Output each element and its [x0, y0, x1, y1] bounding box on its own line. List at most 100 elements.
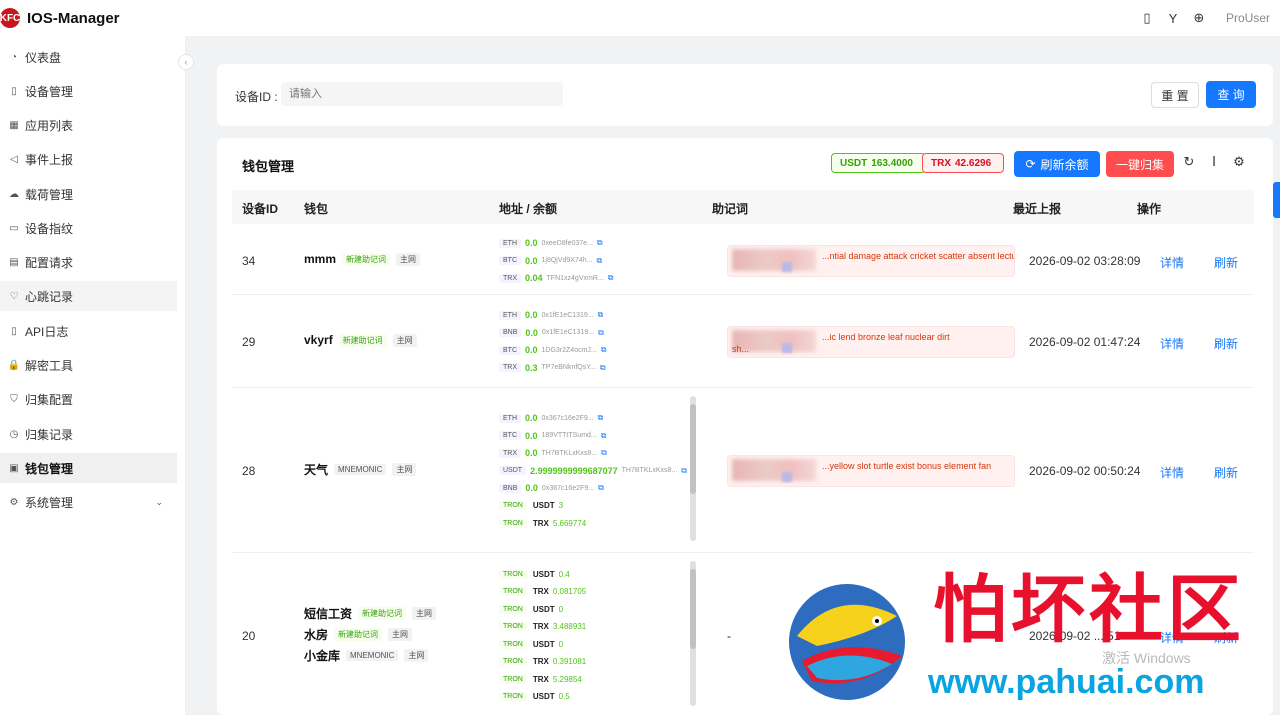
wallet-name-row: 天气 MNEMONIC 主网	[304, 460, 417, 478]
address-cell: ETH 0.0 0xeeD8fe037e... ⧉ BTC 0.0 1j8QjVd9X74h…	[499, 234, 613, 287]
address-text: 0x367c16e2F9...	[541, 484, 595, 492]
balance-amount: 0.0	[525, 430, 538, 441]
chain-tag: ETH	[499, 413, 521, 423]
sidebar-item-0[interactable]: ◔ 仪表盘	[0, 42, 177, 72]
refresh-balance-button[interactable]: ⟳ 刷新余额	[1014, 151, 1100, 177]
wallet-name-row: mmm 新建助记词 主网	[304, 250, 421, 268]
address-text: 0x1fE1eC1319...	[541, 329, 595, 337]
network-tag: TRON	[499, 569, 527, 579]
globe-icon[interactable]: ⊕	[1186, 5, 1212, 31]
user-name[interactable]: ProUser	[1226, 11, 1270, 25]
refresh-link[interactable]: 刷新	[1214, 335, 1238, 352]
sidebar-item-1[interactable]: ▯ 设备管理	[0, 76, 177, 106]
address-cell: TRON USDT 0.4 TRON TRX 0.081705 TRON USDT 0 TRON T…	[499, 566, 586, 706]
address-line: USDT 2.9999999999687077 TH7BTKLxKxs8... ⧉	[499, 462, 687, 480]
sidebar-item-5[interactable]: ▭ 设备指纹	[0, 213, 177, 243]
wallet-name: mmm	[304, 252, 337, 266]
token-name: TRX	[532, 674, 549, 684]
mnemonic-blur	[732, 458, 816, 481]
copy-icon[interactable]: ⧉	[608, 273, 614, 283]
sidebar-item-13[interactable]: ⚙ 系统管理 ⌄	[0, 487, 177, 517]
address-text: 0x367c16e2F9...	[541, 414, 594, 422]
address-text: TP7eBNknfQsY...	[541, 364, 596, 372]
column-header: 地址 / 余额	[499, 202, 558, 216]
address-text: 1j8QjVd9X74h...	[541, 257, 593, 264]
sidebar-item-9[interactable]: 🔒 解密工具	[0, 350, 177, 380]
column-header: 助记词	[712, 202, 749, 216]
sidebar-item-2[interactable]: ▦ 应用列表	[0, 110, 177, 140]
query-button[interactable]: 查 询	[1206, 81, 1256, 108]
copy-icon[interactable]: ⧉	[600, 363, 606, 373]
chain-tag: BNB	[499, 483, 522, 493]
token-name: USDT	[532, 692, 555, 702]
document-icon[interactable]: ▯	[1134, 5, 1160, 31]
sidebar-item-label: 事件上报	[25, 152, 74, 167]
chain-tag: BTC	[499, 345, 521, 355]
wallet-cell: 短信工资 新建助记词 主网 水房 新建助记词 主网 小金库 MNEMONIC 主网	[304, 604, 437, 667]
copy-icon[interactable]: ⧉	[601, 431, 607, 441]
sidebar-item-6[interactable]: ▤ 配置请求	[0, 247, 177, 277]
sidebar-item-8[interactable]: ▯ API日志	[0, 316, 177, 346]
token-name: TRX	[532, 622, 549, 632]
id-card-icon: ▭	[9, 222, 19, 234]
reset-button[interactable]: 重 置	[1151, 82, 1199, 108]
page-title: 钱包管理	[242, 159, 295, 174]
copy-icon[interactable]: ⧉	[681, 466, 687, 476]
sidebar-item-12[interactable]: ▣ 钱包管理	[0, 453, 177, 483]
top-toolbar: ▯ Y ⊕ ProUser	[1134, 0, 1270, 36]
device-id-input[interactable]	[281, 82, 563, 106]
side-drawer-tab[interactable]	[1273, 182, 1280, 218]
wallet-tag: MNEMONIC	[334, 463, 387, 475]
copy-icon[interactable]: ⧉	[601, 448, 607, 458]
detail-link[interactable]: 详情	[1160, 335, 1184, 352]
collect-all-button[interactable]: 一键归集	[1106, 151, 1174, 177]
copy-icon[interactable]: ⧉	[598, 310, 604, 320]
token-name: USDT	[532, 639, 555, 649]
fork-icon[interactable]: Y	[1160, 5, 1186, 31]
copy-icon[interactable]: ⧉	[598, 413, 604, 423]
address-line: TRX 0.0 TH7BTKLxKxs8... ⧉	[499, 444, 687, 462]
reload-icon[interactable]: ↻	[1181, 154, 1197, 170]
sidebar-item-10[interactable]: ⛉ 归集配置	[0, 384, 177, 414]
balance-amount: 0.0	[525, 345, 538, 356]
refresh-link[interactable]: 刷新	[1214, 254, 1238, 271]
mnemonic-text: ...yellow slot turtle exist bonus elemen…	[822, 460, 992, 471]
detail-link[interactable]: 详情	[1160, 464, 1184, 481]
vertical-scrollbar[interactable]	[690, 561, 696, 706]
refresh-link[interactable]: 刷新	[1214, 464, 1238, 481]
column-header: 设备ID	[242, 202, 279, 216]
detail-link[interactable]: 详情	[1160, 254, 1184, 271]
usdt-value: 163.4000	[871, 157, 913, 169]
wallet-tag: 主网	[392, 333, 417, 347]
copy-icon[interactable]: ⧉	[597, 238, 603, 248]
sidebar-item-7[interactable]: ♡ 心跳记录	[0, 281, 177, 311]
sidebar-item-4[interactable]: ☁ 载荷管理	[0, 179, 177, 209]
sidebar-item-11[interactable]: ◷ 归集记录	[0, 419, 177, 449]
vertical-scrollbar[interactable]	[690, 396, 696, 541]
mnemonic-text-2: sh...	[732, 343, 750, 354]
wallet-tag: 主网	[388, 627, 413, 641]
address-line: TRX 0.04 TFN1xz4gVxmR... ⧉	[499, 269, 613, 287]
token-balance: 0	[558, 604, 564, 614]
mnemonic-text: ...ic lend bronze leaf nuclear dirt	[822, 331, 950, 342]
scrollbar-thumb[interactable]	[690, 404, 696, 494]
copy-icon[interactable]: ⧉	[601, 345, 607, 355]
token-line: TRON TRX 5.669774	[499, 514, 687, 532]
copy-icon[interactable]: ⧉	[597, 256, 603, 266]
copy-icon[interactable]: ⧉	[598, 328, 604, 338]
sidebar-item-3[interactable]: ◁ 事件上报	[0, 144, 177, 174]
scrollbar-thumb[interactable]	[690, 569, 696, 649]
wallet-name-row: 水房 新建助记词 主网	[304, 625, 436, 643]
app-logo: KFC	[0, 8, 20, 28]
address-line: ETH 0.0 0xeeD8fe037e... ⧉	[499, 234, 613, 252]
copy-icon[interactable]: ⧉	[598, 483, 604, 493]
sidebar-collapse-button[interactable]: ‹	[178, 54, 194, 70]
last-report-time: 2026-09-02 00:50:24	[1029, 463, 1141, 478]
wallet-tag: 主网	[412, 606, 437, 620]
settings-icon[interactable]: ⚙	[1231, 154, 1247, 170]
search-panel: 设备ID : 重 置 查 询	[217, 64, 1273, 126]
column-height-icon[interactable]: Ⅰ	[1206, 154, 1222, 170]
column-header: 操作	[1137, 202, 1162, 216]
device-id-cell: 34	[242, 253, 256, 268]
table-row: 29 vkyrf 新建助记词 主网 ETH 0.0 0x1fE1eC1319... ⧉ BNB 0…	[232, 295, 1254, 388]
